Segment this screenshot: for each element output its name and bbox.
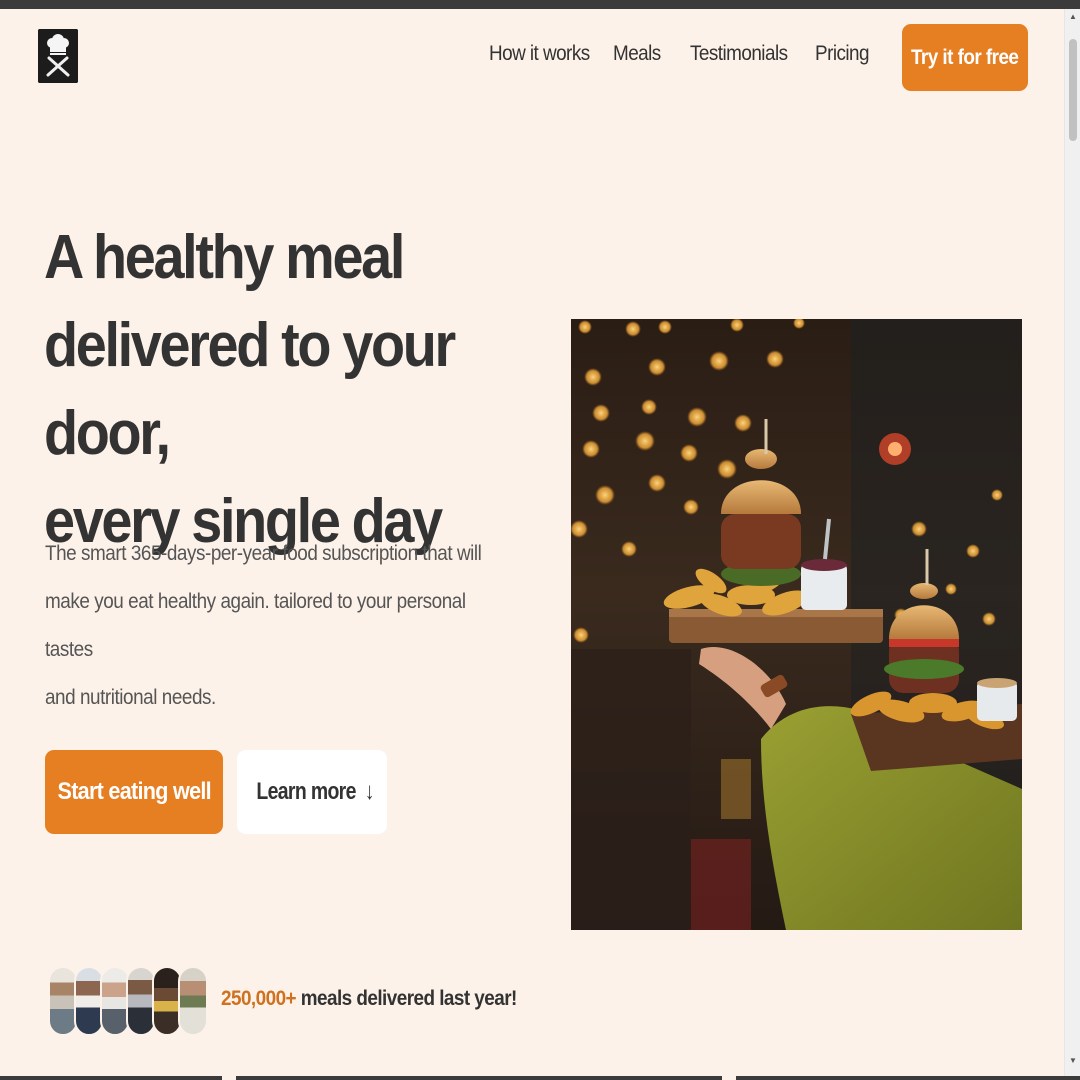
learn-more-button[interactable]: Learn more ↓: [237, 750, 387, 834]
nav-testimonials[interactable]: Testimonials: [690, 42, 788, 66]
chef-hat-cutlery-icon: [38, 29, 78, 83]
nav-how-it-works[interactable]: How it works: [489, 42, 590, 66]
start-eating-well-button[interactable]: Start eating well: [45, 750, 223, 834]
page-scrollbar[interactable]: ▲ ▼: [1064, 9, 1080, 1076]
scroll-down-arrow-icon[interactable]: ▼: [1065, 1053, 1080, 1069]
meals-delivered-label: meals delivered last year!: [296, 987, 518, 1010]
hero-description-line-2: make you eat healthy again. tailored to …: [45, 590, 466, 661]
hero-description-line-3: and nutritional needs.: [45, 686, 216, 709]
scroll-thumb[interactable]: [1069, 39, 1077, 141]
start-eating-well-label: Start eating well: [57, 778, 211, 805]
try-for-free-button[interactable]: Try it for free: [902, 24, 1028, 91]
learn-more-label: Learn more: [255, 778, 356, 805]
nav-pricing[interactable]: Pricing: [815, 42, 870, 66]
hero-description-line-1: The smart 365-days-per-year food subscri…: [45, 542, 482, 565]
meals-delivered-count: 250,000+: [221, 987, 297, 1010]
arrow-down-icon: ↓: [364, 778, 374, 805]
window-bottom-bar: [0, 1076, 1080, 1080]
hero-title-line-1: A healthy meal: [44, 223, 405, 292]
customer-avatar: [178, 966, 208, 1036]
window-top-bar: [0, 0, 1080, 9]
burger-plates-image: [571, 319, 1022, 930]
hero-title: A healthy meal delivered to your door, e…: [44, 214, 512, 566]
hero-food-image: [571, 319, 1022, 930]
hero-title-line-2: delivered to your door,: [44, 311, 456, 468]
nav-meals[interactable]: Meals: [613, 42, 661, 66]
try-for-free-label: Try it for free: [911, 45, 1019, 69]
omnifood-logo[interactable]: [38, 29, 78, 83]
scroll-up-arrow-icon[interactable]: ▲: [1065, 9, 1080, 25]
meals-delivered-text: 250,000+ meals delivered last year!: [221, 987, 517, 1011]
customer-avatars: [48, 966, 218, 1036]
hero-description: The smart 365-days-per-year food subscri…: [45, 530, 486, 722]
